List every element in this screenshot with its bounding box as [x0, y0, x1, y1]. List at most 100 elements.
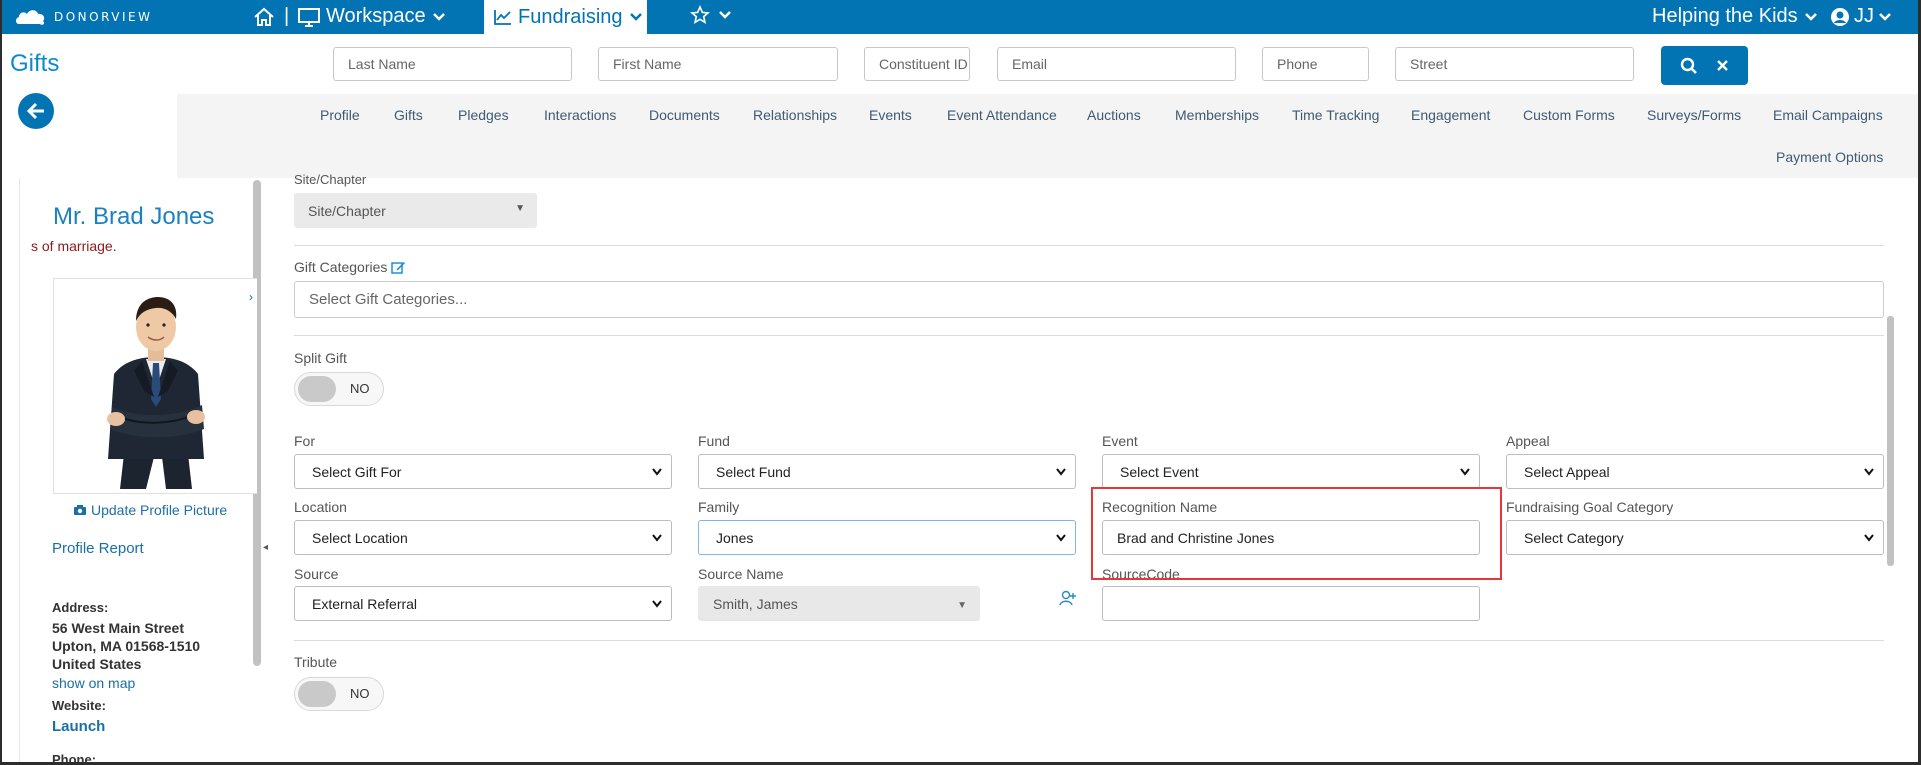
- edit-icon[interactable]: [391, 260, 406, 275]
- logo[interactable]: DONORVIEW: [14, 6, 152, 28]
- event-select[interactable]: Select Event: [1102, 454, 1480, 489]
- fund-label: Fund: [698, 433, 730, 449]
- tab-auctions[interactable]: Auctions: [1087, 107, 1141, 123]
- fundraising-goal-category-label: Fundraising Goal Category: [1506, 499, 1674, 515]
- chart-line-icon: [494, 10, 511, 25]
- divider: [294, 640, 1884, 641]
- phone-search-input[interactable]: [1262, 47, 1369, 81]
- tab-interactions[interactable]: Interactions: [544, 107, 616, 123]
- collapse-sidebar-icon[interactable]: ◂: [263, 542, 268, 553]
- gift-categories-label: Gift Categories: [294, 259, 388, 275]
- monitor-icon: [298, 7, 320, 27]
- page-title: Gifts: [10, 50, 60, 77]
- home-icon[interactable]: [252, 6, 276, 28]
- nav-separator: |: [284, 5, 290, 27]
- update-profile-picture-link[interactable]: Update Profile Picture: [73, 502, 227, 518]
- recognition-name-highlight: [1091, 487, 1502, 580]
- address-line-1: 56 West Main Street: [52, 620, 185, 636]
- divider: [294, 245, 1884, 246]
- add-person-icon[interactable]: [1059, 589, 1077, 607]
- location-select[interactable]: Select Location: [294, 520, 672, 555]
- chevron-down-icon: [652, 534, 662, 542]
- search-icon: [1680, 57, 1697, 74]
- sourcecode-input[interactable]: [1102, 586, 1480, 621]
- event-value: Select Event: [1120, 463, 1199, 480]
- tab-relationships[interactable]: Relationships: [753, 107, 837, 123]
- dropdown-triangle-icon: ▼: [957, 600, 967, 611]
- tribute-toggle-state: NO: [350, 686, 370, 701]
- top-navbar: DONORVIEW | Workspace Fundraising Helpin…: [0, 0, 1921, 34]
- tribute-toggle[interactable]: NO: [294, 677, 384, 711]
- fund-select[interactable]: Select Fund: [698, 454, 1076, 489]
- tab-events[interactable]: Events: [869, 107, 912, 123]
- cloud-logo-icon: [16, 10, 45, 25]
- tab-custom-forms[interactable]: Custom Forms: [1523, 107, 1615, 123]
- search-actions: [1661, 46, 1748, 85]
- favorites-menu[interactable]: [690, 5, 732, 25]
- address-label: Address:: [52, 600, 109, 615]
- chevron-down-icon: [1864, 534, 1874, 542]
- constituent-id-search-input[interactable]: [864, 47, 970, 81]
- tab-surveys-forms[interactable]: Surveys/Forms: [1647, 107, 1741, 123]
- gift-for-value: Select Gift For: [312, 463, 402, 480]
- last-name-search-input[interactable]: [333, 47, 572, 81]
- profile-photo: [53, 278, 257, 494]
- tab-memberships[interactable]: Memberships: [1175, 107, 1259, 123]
- location-value: Select Location: [312, 529, 408, 546]
- site-chapter-label: Site/Chapter: [294, 172, 367, 187]
- photo-next-icon[interactable]: ›: [249, 290, 253, 304]
- back-button[interactable]: [18, 93, 54, 129]
- tab-engagement[interactable]: Engagement: [1411, 107, 1490, 123]
- gift-categories-multiselect[interactable]: Select Gift Categories...: [294, 281, 1884, 318]
- chevron-down-icon: [652, 468, 662, 476]
- user-circle-icon: [1831, 7, 1849, 26]
- fundraising-goal-category-value: Select Category: [1524, 529, 1624, 546]
- address-line-3: United States: [52, 656, 142, 672]
- fundraising-goal-category-select[interactable]: Select Category: [1506, 520, 1884, 555]
- split-gift-toggle-state: NO: [350, 381, 370, 396]
- first-name-search-input[interactable]: [598, 47, 838, 81]
- source-name-select[interactable]: Smith, James ▼: [698, 586, 980, 621]
- tab-event-attendance[interactable]: Event Attendance: [947, 107, 1057, 123]
- tab-email-campaigns[interactable]: Email Campaigns: [1773, 107, 1883, 123]
- chevron-down-icon: [1056, 534, 1066, 542]
- chevron-down-icon: [652, 600, 662, 608]
- workspace-menu[interactable]: Workspace: [298, 5, 446, 28]
- location-label: Location: [294, 499, 347, 515]
- chevron-down-icon: [1460, 468, 1470, 476]
- tab-documents[interactable]: Documents: [649, 107, 720, 123]
- street-search-input[interactable]: [1395, 47, 1634, 81]
- appeal-label: Appeal: [1506, 433, 1550, 449]
- tab-payment-options[interactable]: Payment Options: [1776, 149, 1883, 165]
- camera-icon: [74, 505, 86, 515]
- appeal-select[interactable]: Select Appeal: [1506, 454, 1884, 489]
- logo-text: DONORVIEW: [54, 10, 153, 24]
- source-select[interactable]: External Referral: [294, 586, 672, 621]
- chevron-down-icon: [629, 13, 642, 21]
- tab-time-tracking[interactable]: Time Tracking: [1292, 107, 1379, 123]
- family-select[interactable]: Jones: [698, 520, 1076, 555]
- split-gift-toggle[interactable]: NO: [294, 372, 384, 406]
- tab-pledges[interactable]: Pledges: [458, 107, 509, 123]
- tab-profile[interactable]: Profile: [320, 107, 360, 123]
- site-chapter-value: Site/Chapter: [308, 202, 386, 219]
- tab-gifts[interactable]: Gifts: [394, 107, 423, 123]
- user-menu[interactable]: JJ: [1830, 5, 1892, 28]
- fund-value: Select Fund: [716, 463, 791, 480]
- main-scrollbar[interactable]: [1887, 316, 1894, 566]
- fundraising-menu[interactable]: Fundraising: [484, 0, 647, 34]
- window-border-left: [0, 0, 2, 765]
- clear-search-button[interactable]: [1716, 59, 1729, 72]
- close-icon: [1717, 60, 1728, 71]
- organization-menu[interactable]: Helping the Kids: [1652, 5, 1818, 28]
- search-button[interactable]: [1680, 57, 1698, 75]
- website-launch-link[interactable]: Launch: [52, 718, 105, 735]
- site-chapter-select[interactable]: Site/Chapter ▼: [294, 193, 537, 228]
- email-search-input[interactable]: [997, 47, 1236, 81]
- gift-for-select[interactable]: Select Gift For: [294, 454, 672, 489]
- family-label: Family: [698, 499, 740, 515]
- profile-report-link[interactable]: Profile Report: [52, 540, 144, 557]
- for-label: For: [294, 433, 315, 449]
- constituent-name: Mr. Brad Jones: [53, 203, 215, 230]
- show-on-map-link[interactable]: show on map: [52, 675, 135, 691]
